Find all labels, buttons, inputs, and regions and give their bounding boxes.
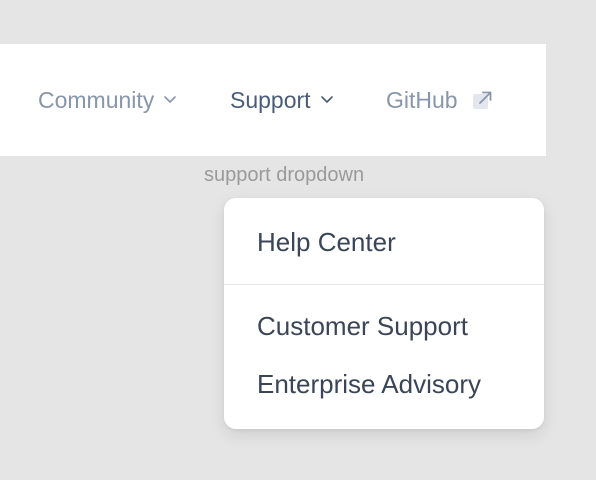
menu-item-enterprise-advisory[interactable]: Enterprise Advisory	[257, 369, 481, 400]
dropdown-caption: support dropdown	[204, 164, 365, 186]
menu-item-customer-support[interactable]: Customer Support	[257, 311, 468, 342]
menu-item-help-center[interactable]: Help Center	[257, 227, 396, 258]
menu-divider	[224, 284, 544, 285]
chevron-down-icon	[320, 96, 333, 104]
nav-github-label: GitHub	[386, 86, 458, 113]
nav-github[interactable]: GitHub	[386, 44, 492, 156]
chevron-down-icon	[164, 96, 177, 104]
support-dropdown-menu: Help Center Customer Support Enterprise …	[224, 198, 544, 429]
nav-community[interactable]: Community	[38, 44, 177, 156]
nav-community-label: Community	[38, 86, 155, 113]
nav-support-label: Support	[230, 86, 311, 113]
nav-support[interactable]: Support	[230, 44, 333, 156]
top-navbar: Community Support GitHub	[0, 44, 546, 156]
external-link-icon	[472, 90, 492, 110]
